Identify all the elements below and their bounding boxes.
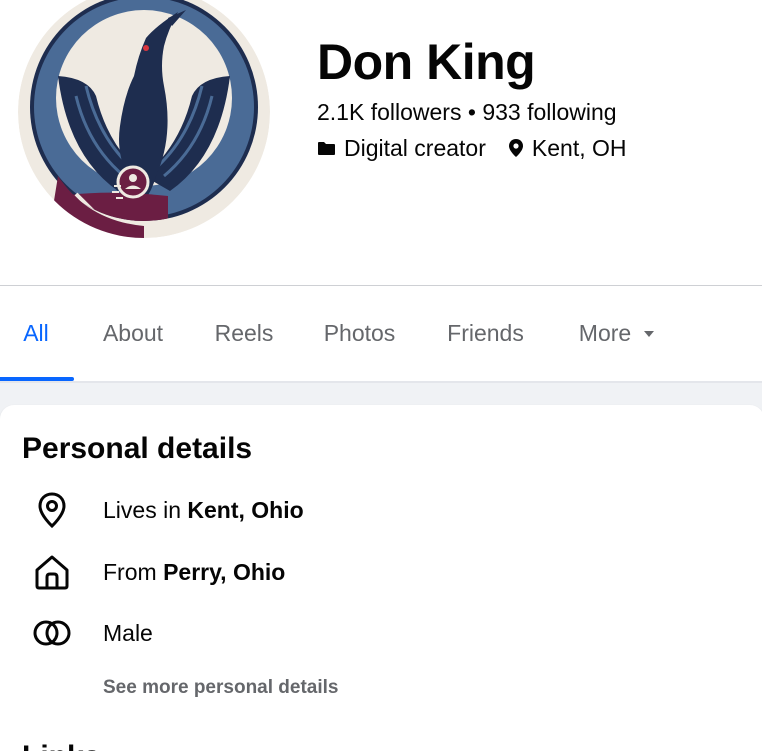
tab-label: Friends bbox=[447, 320, 524, 346]
bird-logo-icon bbox=[18, 0, 270, 238]
tab-more[interactable]: More bbox=[565, 286, 669, 381]
tab-photos[interactable]: Photos bbox=[312, 286, 407, 381]
tab-label: About bbox=[102, 320, 164, 346]
tab-reels[interactable]: Reels bbox=[206, 286, 282, 381]
see-more-personal-details-link[interactable]: See more personal details bbox=[103, 677, 339, 699]
tab-label: More bbox=[578, 320, 632, 346]
profile-header: Don King 2.1K followers • 933 following … bbox=[0, 0, 762, 381]
category-label: Digital creator bbox=[344, 135, 486, 161]
tab-about[interactable]: About bbox=[90, 286, 176, 381]
personal-details-card: Personal details Lives in Kent, Ohio Fro… bbox=[0, 405, 762, 751]
tab-label: Reels bbox=[214, 320, 274, 346]
caret-down-icon bbox=[644, 330, 655, 337]
tab-friends[interactable]: Friends bbox=[437, 286, 534, 381]
profile-page: Don King 2.1K followers • 933 following … bbox=[0, 0, 762, 751]
location-label: Kent, OH bbox=[531, 135, 627, 161]
detail-prefix: From bbox=[103, 559, 164, 585]
location-pin-icon bbox=[30, 488, 74, 532]
detail-text: Male bbox=[103, 618, 153, 648]
followers-count[interactable]: 2.1K followers bbox=[317, 99, 461, 125]
following-count[interactable]: 933 following bbox=[482, 99, 616, 125]
detail-value[interactable]: Kent, Ohio bbox=[187, 497, 303, 523]
tab-all[interactable]: All bbox=[0, 286, 72, 381]
detail-prefix: Lives in bbox=[103, 497, 188, 523]
stats-separator: • bbox=[467, 99, 476, 125]
detail-row-from: From Perry, Ohio bbox=[0, 550, 762, 594]
detail-value[interactable]: Perry, Ohio bbox=[163, 559, 285, 585]
detail-value: Male bbox=[103, 620, 153, 646]
detail-row-lives-in: Lives in Kent, Ohio bbox=[0, 488, 762, 532]
links-section-title: Links bbox=[22, 739, 100, 751]
location-item: Kent, OH bbox=[508, 133, 627, 163]
gender-icon bbox=[30, 611, 74, 655]
tabs-shadow bbox=[0, 381, 762, 383]
location-pin-icon bbox=[508, 139, 523, 157]
home-icon bbox=[30, 550, 74, 594]
section-title: Personal details bbox=[22, 432, 253, 465]
detail-row-gender: Male bbox=[0, 611, 762, 655]
profile-tabs: All About Reels Photos Friends More bbox=[0, 286, 762, 381]
category-item: Digital creator bbox=[317, 133, 486, 163]
profile-stats: 2.1K followers • 933 following bbox=[317, 97, 617, 127]
category-icon bbox=[318, 142, 335, 155]
tab-label: All bbox=[23, 320, 49, 346]
avatar[interactable] bbox=[18, 0, 270, 238]
profile-name: Don King bbox=[317, 34, 536, 90]
detail-text: Lives in Kent, Ohio bbox=[103, 495, 304, 525]
profile-meta: Digital creator Kent, OH bbox=[317, 133, 627, 163]
tab-label: Photos bbox=[323, 320, 396, 346]
detail-text: From Perry, Ohio bbox=[103, 557, 285, 587]
